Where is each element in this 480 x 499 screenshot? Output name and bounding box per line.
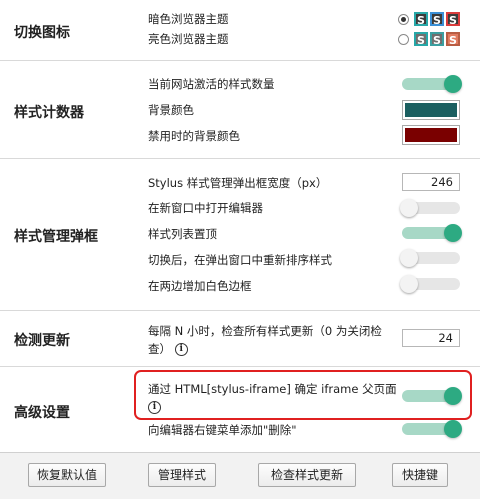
dark-theme-radio[interactable] (398, 14, 409, 25)
badge-disabled-bg-color-fill (405, 128, 457, 142)
section-title: 检测更新 (14, 333, 70, 349)
section-title: 切换图标 (14, 25, 70, 41)
stylus-light-icon: S (430, 32, 444, 47)
badge-disabled-bg-label: 禁用时的背景颜色 (148, 129, 240, 143)
highlight-box (134, 370, 472, 420)
white-border-label: 在两边增加白色边框 (148, 279, 252, 293)
popup-width-label: Stylus 样式管理弹出框宽度（px） (148, 176, 328, 190)
reset-defaults-button[interactable]: 恢复默认值 (28, 463, 106, 487)
footer-bar: 恢复默认值 管理样式 检查样式更新 快捷键 (0, 452, 480, 499)
white-border-toggle[interactable] (400, 275, 460, 293)
section-title: 样式管理弹框 (14, 229, 98, 245)
light-theme-radio[interactable] (398, 34, 409, 45)
section-title: 样式计数器 (14, 105, 84, 121)
new-window-label: 在新窗口中打开编辑器 (148, 201, 263, 215)
badge-bg-color-fill (405, 103, 457, 117)
stylus-dark-icon: S (414, 12, 428, 27)
reorder-toggle[interactable] (400, 249, 460, 267)
manage-styles-button[interactable]: 管理样式 (148, 463, 216, 487)
new-window-toggle[interactable] (400, 199, 460, 217)
info-icon[interactable]: i (174, 343, 188, 356)
check-updates-button[interactable]: 检查样式更新 (258, 463, 356, 487)
stylus-light-icon: S (446, 32, 460, 47)
stylus-dark-icon: S (430, 12, 444, 27)
list-top-toggle[interactable] (402, 224, 462, 242)
popup-width-input[interactable]: 246 (402, 173, 460, 191)
section-title: 高级设置 (14, 405, 70, 421)
section-updates: 检测更新 每隔 N 小时，检查所有样式更新（0 为关闭检查） i 24 (0, 310, 480, 367)
stylus-dark-icon: S (446, 12, 460, 27)
section-popup: 样式管理弹框 Stylus 样式管理弹出框宽度（px） 246 在新窗口中打开编… (0, 158, 480, 311)
badge-disabled-bg-color-picker[interactable] (402, 125, 460, 145)
context-menu-toggle[interactable] (402, 420, 462, 438)
badge-bg-label: 背景颜色 (148, 103, 194, 117)
update-interval-input[interactable]: 24 (402, 329, 460, 347)
stylus-light-icon: S (414, 32, 428, 47)
update-interval-label: 每隔 N 小时，检查所有样式更新（0 为关闭检查） i (148, 322, 398, 358)
section-badge: 样式计数器 当前网站激活的样式数量 背景颜色 禁用时的背景颜色 (0, 60, 480, 159)
light-theme-label: 亮色浏览器主题 (148, 32, 229, 46)
dark-theme-label: 暗色浏览器主题 (148, 12, 229, 26)
reorder-label: 切换后，在弹出窗口中重新排序样式 (148, 253, 332, 267)
context-menu-label: 向编辑器右键菜单添加"删除" (148, 423, 297, 437)
section-toggle-icon: 切换图标 暗色浏览器主题 亮色浏览器主题 S S S S S S (0, 0, 480, 61)
badge-bg-color-picker[interactable] (402, 100, 460, 120)
shortcuts-button[interactable]: 快捷键 (392, 463, 448, 487)
list-top-label: 样式列表置顶 (148, 227, 217, 241)
active-count-toggle[interactable] (402, 75, 462, 93)
active-count-label: 当前网站激活的样式数量 (148, 77, 275, 91)
